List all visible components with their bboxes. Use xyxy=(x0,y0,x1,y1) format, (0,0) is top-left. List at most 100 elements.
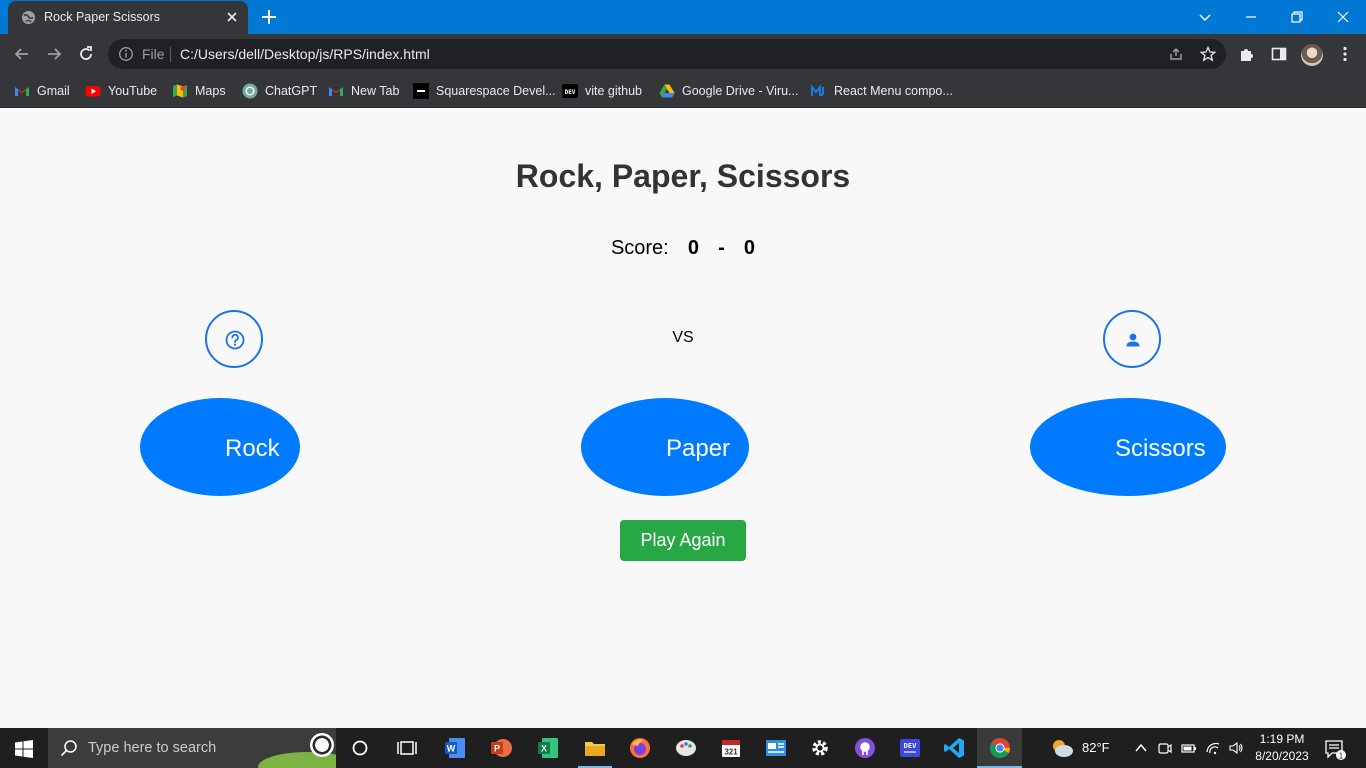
dev-icon[interactable]: DEV xyxy=(898,736,922,760)
page-title: Rock, Paper, Scissors xyxy=(515,158,851,194)
paint-icon[interactable] xyxy=(674,736,698,760)
side-panel-icon[interactable] xyxy=(1270,45,1288,63)
play-again-button[interactable]: Play Again xyxy=(620,520,746,561)
back-arrow-icon[interactable] xyxy=(13,45,31,63)
svg-text:321: 321 xyxy=(724,748,738,757)
rock-label: Rock xyxy=(225,435,280,462)
url-text[interactable]: C:/Users/dell/Desktop/js/RPS/index.html xyxy=(180,46,430,62)
bookmarks-bar: Gmail YouTube Maps ChatGPT New Tab Squar… xyxy=(0,74,1366,108)
scissors-button[interactable]: Scissors xyxy=(1030,398,1226,496)
browser-toolbar: File C:/Users/dell/Desktop/js/RPS/index.… xyxy=(0,34,1366,74)
file-explorer-icon[interactable] xyxy=(583,736,607,760)
meet-now-icon[interactable] xyxy=(1157,740,1173,756)
battery-icon[interactable] xyxy=(1181,740,1197,756)
chevron-up-icon[interactable] xyxy=(1133,740,1149,756)
search-placeholder: Type here to search xyxy=(88,740,217,756)
close-icon[interactable] xyxy=(1333,7,1353,27)
bookmark-label: React Menu compo... xyxy=(834,84,953,98)
google-drive-icon xyxy=(659,84,675,98)
bookmark-youtube[interactable]: YouTube xyxy=(85,82,157,100)
extensions-puzzle-icon[interactable] xyxy=(1238,45,1256,63)
bookmark-gmail[interactable]: Gmail xyxy=(14,82,70,100)
chrome-icon[interactable] xyxy=(988,736,1012,760)
forward-arrow-icon[interactable] xyxy=(45,45,63,63)
bookmark-label: Google Drive - Viru... xyxy=(682,84,799,98)
windows-taskbar: Type here to search W P X 321 DEV 82°F 1… xyxy=(0,728,1366,768)
score-display: Score: 0 - 0 xyxy=(0,237,1366,260)
soccer-ball-icon xyxy=(310,733,334,757)
bookmark-label: Squarespace Devel... xyxy=(436,84,556,98)
bookmark-new-tab[interactable]: New Tab xyxy=(328,82,399,100)
divider xyxy=(170,47,171,62)
windows-start-icon[interactable] xyxy=(15,740,33,758)
bookmark-star-icon[interactable] xyxy=(1200,46,1216,62)
scissors-label: Scissors xyxy=(1115,435,1206,462)
excel-icon[interactable]: X xyxy=(536,736,560,760)
tab-title: Rock Paper Scissors xyxy=(44,10,161,24)
game-page: Rock, Paper, Scissors Score: 0 - 0 VS Ro… xyxy=(0,109,1366,728)
volume-icon[interactable] xyxy=(1228,740,1244,756)
plus-icon[interactable] xyxy=(260,8,278,26)
bookmark-chatgpt[interactable]: ChatGPT xyxy=(242,82,317,100)
info-icon[interactable] xyxy=(118,46,134,62)
search-icon xyxy=(60,740,77,757)
firefox-icon[interactable] xyxy=(628,736,652,760)
wifi-icon[interactable] xyxy=(1205,740,1221,756)
minimize-icon[interactable] xyxy=(1241,7,1261,27)
paper-button[interactable]: Paper xyxy=(581,398,749,496)
question-icon xyxy=(225,330,245,350)
profile-avatar[interactable] xyxy=(1301,44,1323,66)
task-view-icon[interactable] xyxy=(395,736,419,760)
bookmark-vite-github[interactable]: DEV vite github xyxy=(562,82,642,100)
chatgpt-icon xyxy=(242,83,258,99)
gmail-icon xyxy=(15,87,29,96)
gmail-icon xyxy=(329,87,343,96)
url-scheme: File xyxy=(142,46,165,62)
bookmark-label: ChatGPT xyxy=(265,84,318,98)
word-icon[interactable]: W xyxy=(443,736,467,760)
reload-icon[interactable] xyxy=(77,45,95,63)
settings-icon[interactable] xyxy=(808,736,832,760)
squarespace-icon xyxy=(413,83,429,99)
bookmark-label: Maps xyxy=(195,84,226,98)
chevron-down-icon[interactable] xyxy=(1195,7,1215,27)
react-menu-icon xyxy=(811,84,824,97)
svg-text:P: P xyxy=(494,744,500,754)
cortana-icon[interactable] xyxy=(348,736,372,760)
powerpoint-icon[interactable]: P xyxy=(489,736,513,760)
close-icon[interactable] xyxy=(224,9,240,25)
computer-choice-display xyxy=(1103,310,1161,368)
bookmark-maps[interactable]: Maps xyxy=(172,82,226,100)
bookmark-react-menu[interactable]: React Menu compo... xyxy=(811,82,953,100)
score-label: Score: xyxy=(610,237,669,259)
youtube-icon xyxy=(85,86,101,97)
taskbar-search[interactable]: Type here to search xyxy=(48,728,336,768)
weather-temperature[interactable]: 82°F xyxy=(1082,740,1110,755)
address-bar[interactable]: File C:/Users/dell/Desktop/js/RPS/index.… xyxy=(108,39,1226,69)
globe-icon xyxy=(21,10,36,25)
rock-button[interactable]: Rock xyxy=(140,398,300,496)
notification-count: 1 xyxy=(1339,751,1344,760)
dev-icon: DEV xyxy=(562,84,578,98)
kebab-menu-icon[interactable] xyxy=(1336,45,1354,63)
bookmark-label: New Tab xyxy=(351,84,400,98)
bookmark-squarespace[interactable]: Squarespace Devel... xyxy=(413,82,556,100)
system-clock[interactable]: 1:19 PM 8/20/2023 xyxy=(1248,731,1316,765)
news-icon[interactable] xyxy=(764,736,788,760)
bookmark-label: vite github xyxy=(585,84,642,98)
bookmark-google-drive[interactable]: Google Drive - Viru... xyxy=(659,82,798,100)
notifications-icon[interactable]: 1 xyxy=(1324,738,1346,760)
github-icon[interactable] xyxy=(853,736,877,760)
score-separator: - xyxy=(718,237,725,259)
calendar-icon[interactable]: 321 xyxy=(719,736,743,760)
paper-label: Paper xyxy=(666,435,731,462)
svg-text:DEV: DEV xyxy=(904,742,917,750)
svg-text:DEV: DEV xyxy=(565,89,576,96)
restore-icon[interactable] xyxy=(1287,7,1307,27)
vscode-icon[interactable] xyxy=(942,736,966,760)
share-icon[interactable] xyxy=(1168,46,1184,62)
clock-time: 1:19 PM xyxy=(1259,732,1305,746)
player-score: 0 xyxy=(687,237,699,259)
weather-icon[interactable] xyxy=(1049,736,1075,760)
browser-tab[interactable]: Rock Paper Scissors xyxy=(8,1,248,34)
